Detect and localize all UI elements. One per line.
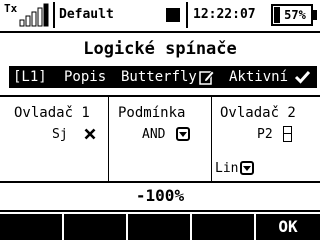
switch-id: [L1]	[13, 69, 47, 85]
condition-value[interactable]: AND	[142, 127, 165, 142]
status-divider	[186, 2, 188, 28]
column-divider	[211, 96, 212, 182]
tx-label: Tx	[4, 2, 18, 15]
x-icon	[84, 128, 96, 140]
softkey-4[interactable]	[192, 214, 254, 240]
clock: 12:22:07	[193, 7, 256, 22]
softkey-bar: OK	[0, 214, 320, 240]
switch-value: -100%	[135, 186, 185, 205]
switch-state[interactable]: Aktivní	[229, 69, 288, 85]
description-label: Popis	[64, 69, 107, 85]
control-1-value[interactable]: Sj	[52, 127, 68, 142]
section-divider	[0, 181, 320, 183]
condition-label: Podmínka	[118, 105, 186, 121]
pencil-icon[interactable]	[199, 69, 215, 85]
dropdown-icon[interactable]	[176, 127, 190, 141]
status-divider	[53, 2, 55, 28]
ok-button[interactable]: OK	[256, 214, 320, 240]
square-icon	[166, 8, 180, 22]
logical-switch-screen: Tx Default 12:22:07 57% Logické spínače …	[0, 0, 320, 240]
control-2-label: Ovladač 2	[220, 105, 296, 121]
battery-icon: 57%	[271, 4, 313, 26]
check-icon	[294, 70, 311, 84]
section-divider	[0, 210, 320, 212]
status-divider-line	[0, 31, 320, 33]
dropdown-icon[interactable]	[240, 161, 254, 175]
softkey-3[interactable]	[128, 214, 190, 240]
split-icon	[283, 126, 292, 142]
logical-switch-row[interactable]: [L1] Popis Butterfly Aktivní	[9, 66, 317, 88]
column-divider	[108, 96, 109, 182]
switch-name[interactable]: Butterfly	[121, 69, 197, 85]
control-2-value[interactable]: P2	[257, 127, 273, 142]
control-1-label: Ovladač 1	[14, 105, 90, 121]
model-name: Default	[59, 7, 114, 22]
status-bar: Tx Default 12:22:07 57%	[0, 0, 320, 31]
section-divider	[0, 95, 320, 97]
page-title: Logické spínače	[83, 39, 237, 59]
curve-type-value[interactable]: Lin	[215, 161, 238, 176]
battery-percent: 57%	[284, 8, 306, 22]
softkey-1[interactable]	[0, 214, 62, 240]
softkey-2[interactable]	[64, 214, 126, 240]
battery-tip	[313, 10, 317, 20]
tx-signal-indicator: Tx	[4, 3, 52, 27]
